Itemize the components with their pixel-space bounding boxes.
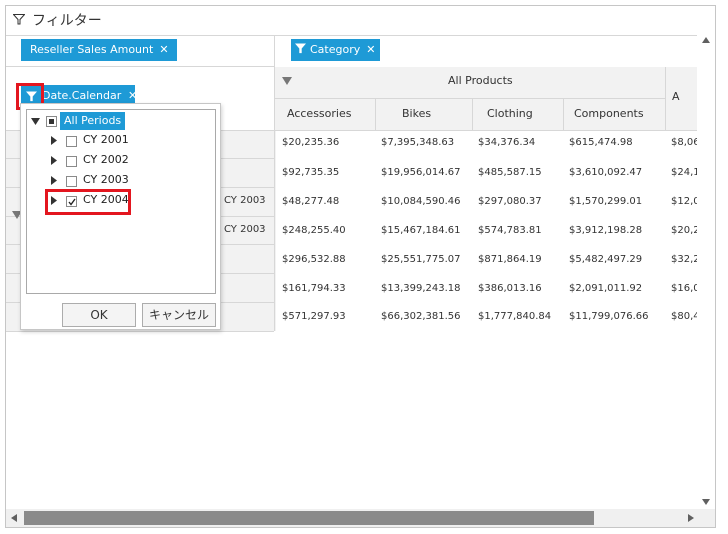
- column-chip[interactable]: Category ✕: [291, 39, 381, 61]
- table-cell: $1,570,299.01: [569, 196, 643, 207]
- column-chip-label: Category: [310, 43, 361, 56]
- table-cell: $15,467,184.61: [381, 225, 461, 236]
- table-cell: $16,0: [671, 283, 700, 294]
- row-chip-label: Date.Calendar: [42, 89, 122, 102]
- table-cell: $13,399,243.18: [381, 283, 461, 294]
- divider: [6, 66, 274, 67]
- table-cell: $296,532.88: [282, 254, 346, 265]
- table-cell: $10,084,590.46: [381, 196, 461, 207]
- table-cell: $24,1: [671, 167, 700, 178]
- column-header-clothing[interactable]: Clothing: [472, 99, 563, 130]
- table-cell: $615,474.98: [569, 137, 633, 148]
- row-header-label: CY 2003: [224, 224, 266, 235]
- table-cell: $48,277.48: [282, 196, 340, 207]
- checkbox-indeterminate[interactable]: [46, 116, 57, 127]
- scroll-thumb[interactable]: [24, 511, 594, 525]
- divider: [6, 35, 697, 36]
- table-cell: $20,235.36: [282, 137, 340, 148]
- indeterminate-mark: [49, 119, 54, 124]
- table-cell: $7,395,348.63: [381, 137, 455, 148]
- scroll-right-icon[interactable]: [688, 514, 694, 522]
- column-extra-label: A: [672, 90, 680, 103]
- tree-item-label: CY 2001: [83, 133, 129, 146]
- table-cell: $12,0: [671, 196, 700, 207]
- filter-popup: All Periods CY 2001 CY 2002 CY 2003 CY 2…: [20, 103, 221, 330]
- scroll-down-icon[interactable]: [702, 499, 710, 505]
- column-header-components[interactable]: Components: [563, 99, 665, 130]
- collapse-triangle-icon[interactable]: [31, 118, 40, 125]
- horizontal-scrollbar[interactable]: [6, 509, 715, 527]
- column-header-label: Bikes: [402, 107, 432, 120]
- scroll-left-icon[interactable]: [11, 514, 17, 522]
- column-extra-header[interactable]: A: [665, 67, 697, 130]
- remove-measure-icon[interactable]: ✕: [159, 43, 168, 56]
- table-cell: $248,255.40: [282, 225, 346, 236]
- column-header-label: Components: [574, 107, 644, 120]
- scroll-up-icon[interactable]: [702, 37, 710, 43]
- table-cell: $25,551,775.07: [381, 254, 461, 265]
- selection-highlight: [45, 189, 131, 215]
- checkbox[interactable]: [66, 156, 77, 167]
- member-tree[interactable]: All Periods CY 2001 CY 2002 CY 2003 CY 2…: [26, 109, 216, 294]
- table-cell: $386,013.16: [478, 283, 542, 294]
- table-cell: $1,777,840.84: [478, 311, 552, 322]
- table-cell: $11,799,076.66: [569, 311, 649, 322]
- table-cell: $485,587.15: [478, 167, 542, 178]
- measure-chip-label: Reseller Sales Amount: [30, 43, 154, 56]
- ok-button[interactable]: OK: [62, 303, 136, 327]
- checkbox[interactable]: [66, 136, 77, 147]
- tree-item-root-label: All Periods: [60, 112, 126, 130]
- column-header-accessories[interactable]: Accessories: [275, 99, 375, 130]
- table-cell: $32,2: [671, 254, 700, 265]
- table-cell: $34,376.34: [478, 137, 536, 148]
- pivot-filter-panel: フィルター Reseller Sales Amount ✕ Category ✕ D…: [5, 5, 716, 528]
- tree-item-label: CY 2002: [83, 153, 129, 166]
- filter-icon[interactable]: [295, 43, 306, 54]
- checkbox[interactable]: [66, 176, 77, 187]
- remove-column-icon[interactable]: ✕: [366, 43, 375, 56]
- column-header-label: Clothing: [487, 107, 533, 120]
- cancel-button[interactable]: キャンセル: [142, 303, 216, 327]
- collapse-triangle-icon[interactable]: [282, 77, 292, 85]
- table-cell: $297,080.37: [478, 196, 542, 207]
- table-cell: $19,956,014.67: [381, 167, 461, 178]
- column-group-label: All Products: [448, 74, 513, 87]
- table-cell: $20,2: [671, 225, 700, 236]
- expand-triangle-icon[interactable]: [51, 136, 57, 145]
- table-cell: $92,735.35: [282, 167, 340, 178]
- table-cell: $871,864.19: [478, 254, 542, 265]
- table-cell: $574,783.81: [478, 225, 542, 236]
- divider: [274, 130, 275, 331]
- table-cell: $571,297.93: [282, 311, 346, 322]
- table-cell: $80,4: [671, 311, 700, 322]
- filter-icon: [13, 14, 25, 25]
- vertical-scrollbar[interactable]: [697, 34, 715, 509]
- table-cell: $3,610,092.47: [569, 167, 643, 178]
- panel-header: フィルター: [6, 6, 715, 34]
- divider: [6, 331, 274, 332]
- row-header-label: CY 2003: [224, 195, 266, 206]
- column-group-header[interactable]: All Products: [275, 67, 665, 99]
- table-cell: $161,794.33: [282, 283, 346, 294]
- table-cell: $66,302,381.56: [381, 311, 461, 322]
- column-header-bikes[interactable]: Bikes: [375, 99, 472, 130]
- tree-item-label: CY 2003: [83, 173, 129, 186]
- expand-triangle-icon[interactable]: [51, 156, 57, 165]
- table-cell: $5,482,497.29: [569, 254, 643, 265]
- table-cell: $8,06: [671, 137, 700, 148]
- expand-triangle-icon[interactable]: [51, 176, 57, 185]
- column-header-label: Accessories: [287, 107, 352, 120]
- panel-title: フィルター: [32, 13, 102, 29]
- table-cell: $3,912,198.28: [569, 225, 643, 236]
- table-cell: $2,091,011.92: [569, 283, 643, 294]
- measure-chip[interactable]: Reseller Sales Amount ✕: [21, 39, 177, 61]
